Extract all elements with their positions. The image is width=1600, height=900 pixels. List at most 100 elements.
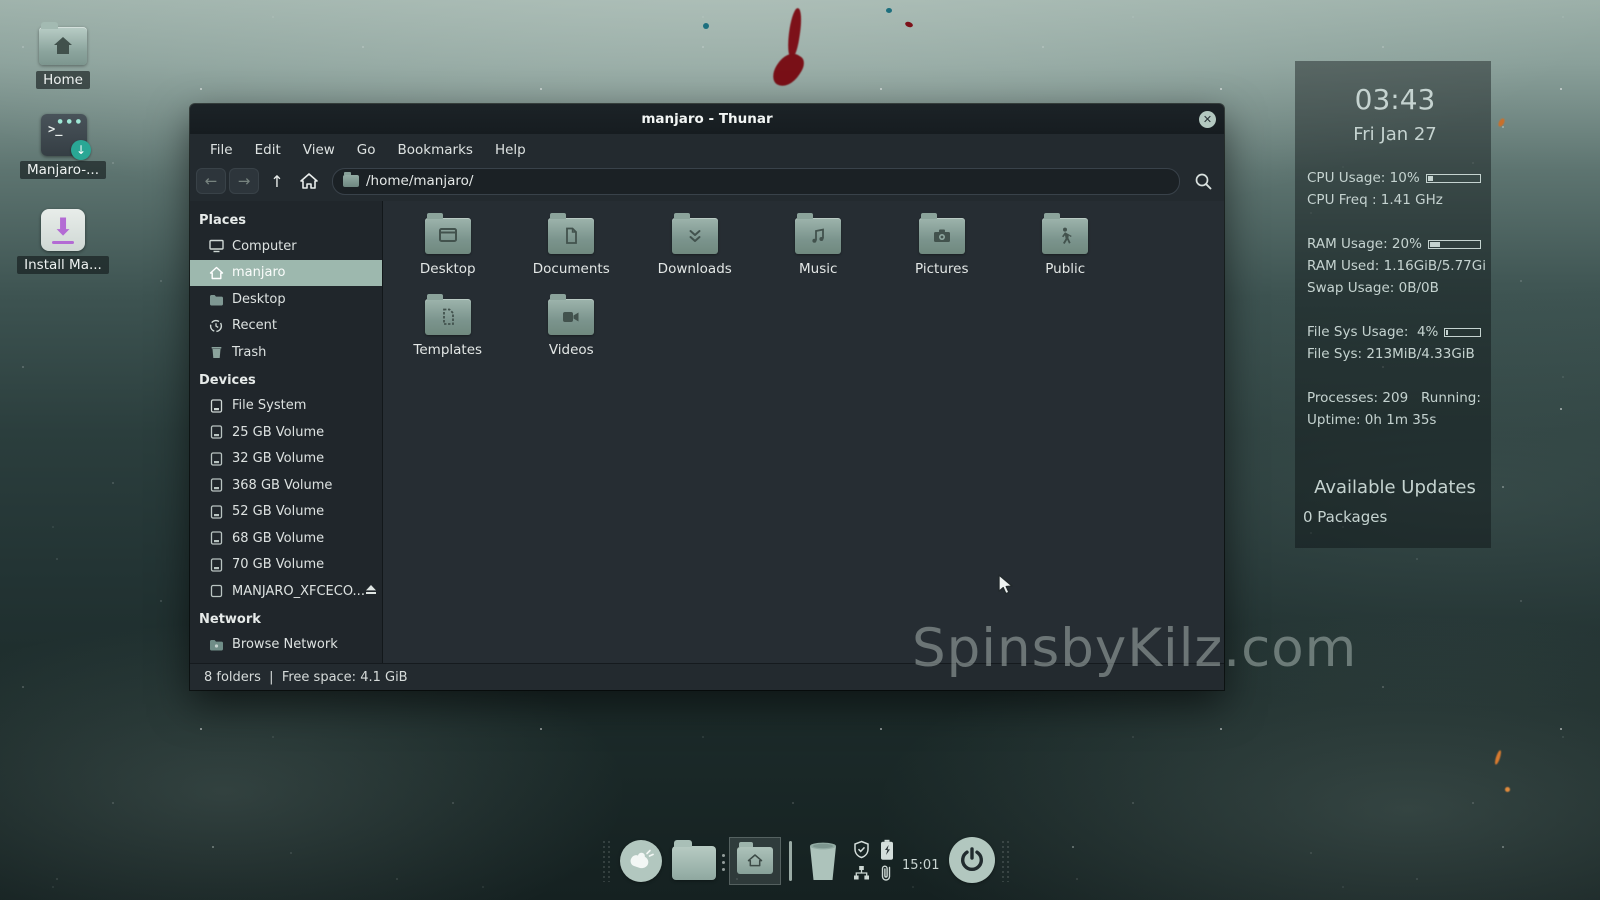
drive-icon — [208, 557, 224, 573]
folder-label: Music — [799, 261, 837, 277]
folder-pictures[interactable]: Pictures — [880, 210, 1004, 291]
menu-edit[interactable]: Edit — [244, 137, 292, 163]
trash-launcher[interactable] — [802, 838, 844, 886]
video-camera-emblem-icon — [560, 309, 582, 325]
sidebar-item-computer[interactable]: Computer — [190, 233, 382, 260]
drive-icon — [208, 477, 224, 493]
menu-bookmarks[interactable]: Bookmarks — [387, 137, 484, 163]
whisker-menu-button[interactable] — [620, 840, 662, 882]
file-view[interactable]: Desktop Documents Downloads Music Pictur… — [383, 201, 1224, 663]
template-emblem-icon — [438, 307, 458, 327]
sidebar-item-label: 70 GB Volume — [232, 557, 324, 572]
forward-button[interactable]: → — [229, 168, 259, 194]
sidebar-item-label: Browse Network — [232, 637, 338, 652]
search-button[interactable] — [1190, 168, 1216, 194]
path-bar[interactable]: /home/manjaro/ — [332, 168, 1180, 195]
folder-label: Public — [1045, 261, 1085, 277]
sidebar-item-file-system[interactable]: File System — [190, 393, 382, 420]
cpu-usage-bar — [1426, 174, 1481, 183]
network-icon[interactable] — [852, 862, 871, 883]
menu-help[interactable]: Help — [484, 137, 537, 163]
status-bar: 8 folders | Free space: 4.1 GiB — [190, 663, 1224, 690]
security-shield-icon[interactable] — [852, 839, 871, 860]
taskbar-thunar-button[interactable] — [729, 837, 781, 885]
person-emblem-icon — [1056, 226, 1074, 246]
home-icon — [208, 265, 224, 281]
drive-icon — [208, 398, 224, 414]
folder-documents[interactable]: Documents — [510, 210, 634, 291]
folder-desktop[interactable]: Desktop — [386, 210, 510, 291]
sidebar-item-desktop[interactable]: Desktop — [190, 286, 382, 313]
conky-uptime: Uptime: 0h 1m 35s — [1307, 409, 1483, 431]
close-button[interactable]: ✕ — [1199, 111, 1216, 128]
battery-icon[interactable] — [877, 839, 896, 860]
conky-cpu-usage: CPU Usage: 10% — [1307, 167, 1420, 189]
sidebar-item-volume-70gb[interactable]: 70 GB Volume — [190, 552, 382, 579]
trash-icon — [208, 344, 224, 360]
clipboard-paperclip-icon[interactable] — [877, 862, 896, 883]
sidebar-item-volume-368gb[interactable]: 368 GB Volume — [190, 472, 382, 499]
folder-downloads[interactable]: Downloads — [633, 210, 757, 291]
sidebar-header-places: Places — [190, 206, 382, 233]
sidebar-item-label: 32 GB Volume — [232, 451, 324, 466]
menu-view[interactable]: View — [292, 137, 346, 163]
paint-splatter — [886, 8, 892, 13]
music-note-emblem-icon — [808, 226, 828, 246]
sidebar-item-label: 68 GB Volume — [232, 531, 324, 546]
bottom-panel: 15:01 — [602, 830, 1011, 886]
thunar-window: manjaro - Thunar ✕ File Edit View Go Boo… — [190, 104, 1224, 690]
sidebar-item-recent[interactable]: Recent — [190, 313, 382, 340]
drive-icon — [208, 451, 224, 467]
folder-label: Documents — [533, 261, 610, 277]
trash-can-icon — [802, 838, 844, 882]
conky-date: Fri Jan 27 — [1307, 124, 1483, 145]
home-button[interactable] — [294, 168, 324, 194]
sidebar-item-label: File System — [232, 398, 306, 413]
sidebar-header-network: Network — [190, 605, 382, 632]
desktop-icon-install-manjaro[interactable]: ⬇ Install Ma... — [8, 207, 118, 274]
sidebar-item-volume-52gb[interactable]: 52 GB Volume — [190, 499, 382, 526]
menu-file[interactable]: File — [199, 137, 244, 163]
download-badge-icon: ↓ — [71, 140, 91, 160]
sidebar-item-label: 368 GB Volume — [232, 478, 332, 493]
up-button[interactable]: ↑ — [262, 168, 292, 194]
sidebar-item-volume-68gb[interactable]: 68 GB Volume — [190, 525, 382, 552]
installer-bar-icon — [52, 241, 74, 244]
sidebar-item-label: 52 GB Volume — [232, 504, 324, 519]
folder-public[interactable]: Public — [1004, 210, 1128, 291]
panel-clock[interactable]: 15:01 — [902, 858, 939, 873]
home-icon — [299, 172, 319, 190]
sidebar-item-label: Trash — [232, 345, 266, 360]
sidebar-item-manjaro[interactable]: manjaro — [190, 260, 382, 287]
folder-templates[interactable]: Templates — [386, 291, 510, 372]
installer-icon: ⬇ — [41, 209, 85, 251]
eject-icon[interactable] — [365, 584, 377, 599]
conky-ram-usage: RAM Usage: 20% — [1307, 233, 1422, 255]
sidebar-item-volume-32gb[interactable]: 32 GB Volume — [190, 446, 382, 473]
sidebar-item-manjaro-iso[interactable]: MANJARO_XFCECO... — [190, 578, 382, 605]
sidebar-item-browse-network[interactable]: Browse Network — [190, 632, 382, 659]
folder-label: Pictures — [915, 261, 968, 277]
desktop-icon-label: Home — [36, 71, 90, 89]
power-button[interactable] — [949, 837, 995, 883]
panel-drag-handle[interactable] — [1001, 840, 1011, 882]
desktop-icon-home[interactable]: Home — [8, 22, 118, 89]
back-button[interactable]: ← — [196, 168, 226, 194]
camera-emblem-icon — [931, 227, 953, 245]
desktop-icon-manjaro-terminal[interactable]: ● ● ● >_ ↓ Manjaro-... — [8, 112, 118, 179]
sidebar: Places Computer manjaro Desktop — [190, 201, 383, 663]
folder-videos[interactable]: Videos — [510, 291, 634, 372]
folder-music[interactable]: Music — [757, 210, 881, 291]
menu-go[interactable]: Go — [346, 137, 387, 163]
titlebar[interactable]: manjaro - Thunar ✕ — [190, 104, 1224, 134]
panel-drag-handle[interactable] — [602, 840, 612, 882]
path-folder-icon — [343, 175, 359, 187]
drive-icon — [208, 504, 224, 520]
sidebar-item-volume-25gb[interactable]: 25 GB Volume — [190, 419, 382, 446]
file-manager-launcher[interactable] — [672, 846, 716, 880]
desktop-icon-label: Install Ma... — [17, 256, 109, 274]
optical-disc-icon — [208, 583, 224, 599]
sidebar-item-label: Computer — [232, 239, 297, 254]
sidebar-item-trash[interactable]: Trash — [190, 339, 382, 366]
toolbar: ← → ↑ /home/manjaro/ — [190, 165, 1224, 201]
